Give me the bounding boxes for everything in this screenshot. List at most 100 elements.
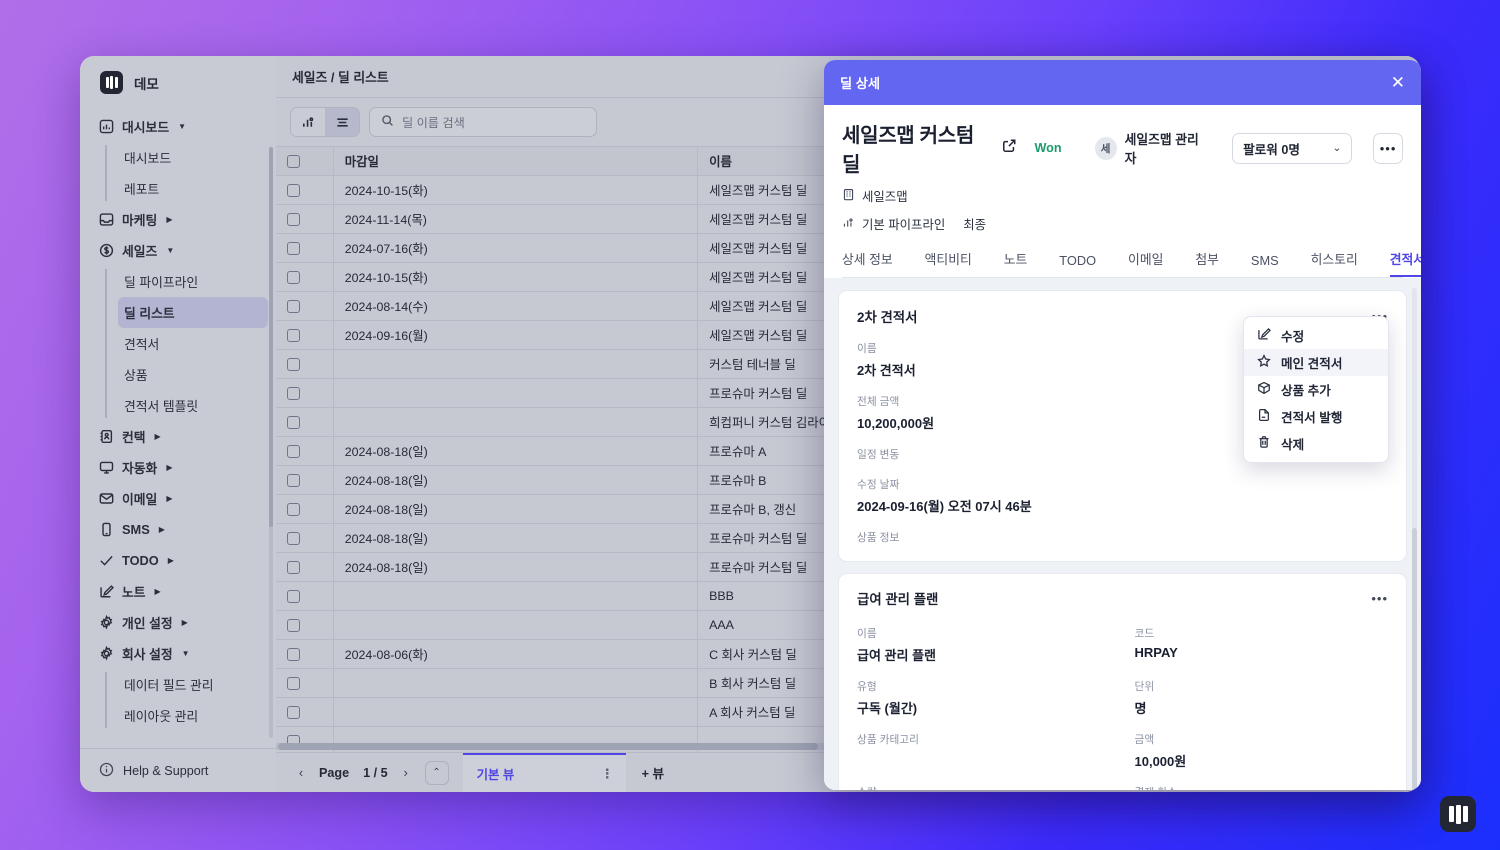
row-checkbox[interactable] [287, 300, 300, 314]
company-row[interactable]: 세일즈맵 [842, 187, 1403, 205]
view-tab-default[interactable]: 기본 뷰 ⋮ [462, 752, 626, 792]
sidebar-item-dashboard-home[interactable]: 대시보드 [118, 142, 268, 173]
add-view-button[interactable]: + 뷰 [642, 763, 664, 782]
product-card-menu-button[interactable]: ••• [1371, 591, 1388, 606]
context-menu-item-edit[interactable]: 수정 [1244, 322, 1388, 349]
brand[interactable]: 데모 [80, 56, 276, 107]
row-checkbox-cell[interactable] [276, 320, 334, 350]
row-checkbox-cell[interactable] [276, 175, 334, 205]
avatar: 세 [1094, 136, 1117, 160]
select-all-checkbox[interactable] [287, 155, 300, 169]
row-checkbox-cell[interactable] [276, 523, 334, 553]
help-and-support[interactable]: Help & Support [80, 748, 276, 792]
collapse-button[interactable]: ⌃ [424, 760, 449, 785]
sidebar-item-report[interactable]: 레포트 [118, 173, 268, 204]
column-header-duedate[interactable]: 마감일 [333, 146, 699, 176]
sidebar-item-layout-mgmt[interactable]: 레이아웃 관리 [118, 700, 268, 731]
sidebar-item-todo[interactable]: TODO ▶ [80, 545, 276, 576]
sidebar-item-sales[interactable]: 세일즈 ▼ [80, 235, 276, 266]
row-checkbox[interactable] [287, 445, 300, 459]
tab-history[interactable]: 히스토리 [1311, 249, 1358, 277]
sidebar-item-deal-pipeline[interactable]: 딜 파이프라인 [118, 266, 268, 297]
sidebar-item-note[interactable]: 노트 ▶ [80, 576, 276, 607]
sidebar-item-contact[interactable]: 컨택 ▶ [80, 421, 276, 452]
sidebar-item-deal-list[interactable]: 딜 리스트 [118, 297, 268, 328]
tab-activity[interactable]: 액티비티 [925, 249, 972, 277]
chevron-right-icon: ▶ [166, 463, 173, 472]
sidebar-item-email[interactable]: 이메일 ▶ [80, 483, 276, 514]
sidebar-item-company-settings[interactable]: 회사 설정 ▼ [80, 638, 276, 669]
row-checkbox[interactable] [287, 677, 300, 691]
tab-details[interactable]: 상세 정보 [842, 249, 893, 277]
floating-app-logo-icon[interactable] [1440, 796, 1476, 832]
tab-attachment[interactable]: 첨부 [1195, 249, 1219, 277]
row-checkbox[interactable] [287, 474, 300, 488]
sidebar-item-dashboard[interactable]: 대시보드 ▼ [80, 111, 276, 142]
row-checkbox-cell[interactable] [276, 581, 334, 611]
panel-scrollbar-thumb[interactable] [1412, 528, 1417, 790]
sidebar-item-quote[interactable]: 견적서 [118, 328, 268, 359]
row-checkbox-cell[interactable] [276, 436, 334, 466]
tab-todo[interactable]: TODO [1059, 253, 1096, 277]
tab-quote[interactable]: 견적서 [1389, 249, 1421, 277]
row-checkbox[interactable] [287, 387, 300, 401]
row-checkbox-cell[interactable] [276, 262, 334, 292]
row-checkbox-cell[interactable] [276, 610, 334, 640]
sidebar-item-marketing[interactable]: 마케팅 ▶ [80, 204, 276, 235]
quote-field-modified-date: 수정 날짜 2024-09-16(월) 오전 07시 46분 [857, 477, 1388, 515]
row-checkbox-cell[interactable] [276, 668, 334, 698]
sidebar-item-data-field-mgmt[interactable]: 데이터 필드 관리 [118, 669, 268, 700]
row-checkbox[interactable] [287, 561, 300, 575]
row-checkbox[interactable] [287, 416, 300, 430]
sidebar-item-product[interactable]: 상품 [118, 359, 268, 390]
sidebar-item-automation[interactable]: 자동화 ▶ [80, 452, 276, 483]
row-checkbox-cell[interactable] [276, 697, 334, 727]
sidebar-item-quote-template[interactable]: 견적서 템플릿 [118, 390, 268, 421]
close-icon[interactable]: ✕ [1391, 74, 1405, 91]
tab-email[interactable]: 이메일 [1128, 249, 1163, 277]
context-menu-item-add-product[interactable]: 상품 추가 [1244, 376, 1388, 403]
panel-more-button[interactable]: ••• [1373, 132, 1403, 164]
row-checkbox[interactable] [287, 213, 300, 227]
follower-select[interactable]: 팔로워 0명 ⌄ [1232, 132, 1353, 164]
row-checkbox[interactable] [287, 619, 300, 633]
row-checkbox-cell[interactable] [276, 291, 334, 321]
deal-search-input[interactable]: 딜 이름 검색 [369, 107, 597, 137]
prev-page-button[interactable]: ‹ [290, 762, 312, 784]
row-checkbox-cell[interactable] [276, 204, 334, 234]
tab-note[interactable]: 노트 [1004, 249, 1028, 277]
select-all-header[interactable] [276, 146, 334, 176]
external-link-icon[interactable] [1002, 138, 1017, 158]
context-menu-item-delete[interactable]: 삭제 [1244, 430, 1388, 457]
row-checkbox[interactable] [287, 184, 300, 198]
row-checkbox-cell[interactable] [276, 552, 334, 582]
row-checkbox[interactable] [287, 271, 300, 285]
list-icon[interactable] [325, 108, 359, 136]
context-menu-item-issue-quote[interactable]: 견적서 발행 [1244, 403, 1388, 430]
row-checkbox-cell[interactable] [276, 233, 334, 263]
row-checkbox[interactable] [287, 503, 300, 517]
row-checkbox[interactable] [287, 648, 300, 662]
row-checkbox-cell[interactable] [276, 465, 334, 495]
row-checkbox-cell[interactable] [276, 407, 334, 437]
row-checkbox-cell[interactable] [276, 639, 334, 669]
tab-sms[interactable]: SMS [1251, 253, 1279, 277]
pipeline-row[interactable]: 기본 파이프라인 최종 [842, 215, 1403, 233]
row-checkbox-cell[interactable] [276, 378, 334, 408]
table-hscrollbar-thumb[interactable] [278, 743, 818, 750]
sidebar-item-personal-settings[interactable]: 개인 설정 ▶ [80, 607, 276, 638]
view-tab-menu-icon[interactable]: ⋮ [601, 767, 614, 780]
row-checkbox[interactable] [287, 590, 300, 604]
row-checkbox[interactable] [287, 532, 300, 546]
row-checkbox[interactable] [287, 242, 300, 256]
row-checkbox[interactable] [287, 329, 300, 343]
view-mode-switch[interactable] [290, 107, 360, 137]
row-checkbox-cell[interactable] [276, 349, 334, 379]
row-checkbox[interactable] [287, 706, 300, 720]
row-checkbox[interactable] [287, 358, 300, 372]
row-checkbox-cell[interactable] [276, 494, 334, 524]
bar-chart-icon[interactable] [291, 108, 325, 136]
sidebar-item-sms[interactable]: SMS ▶ [80, 514, 276, 545]
context-menu-item-main-quote[interactable]: 메인 견적서 [1244, 349, 1388, 376]
next-page-button[interactable]: › [395, 762, 417, 784]
